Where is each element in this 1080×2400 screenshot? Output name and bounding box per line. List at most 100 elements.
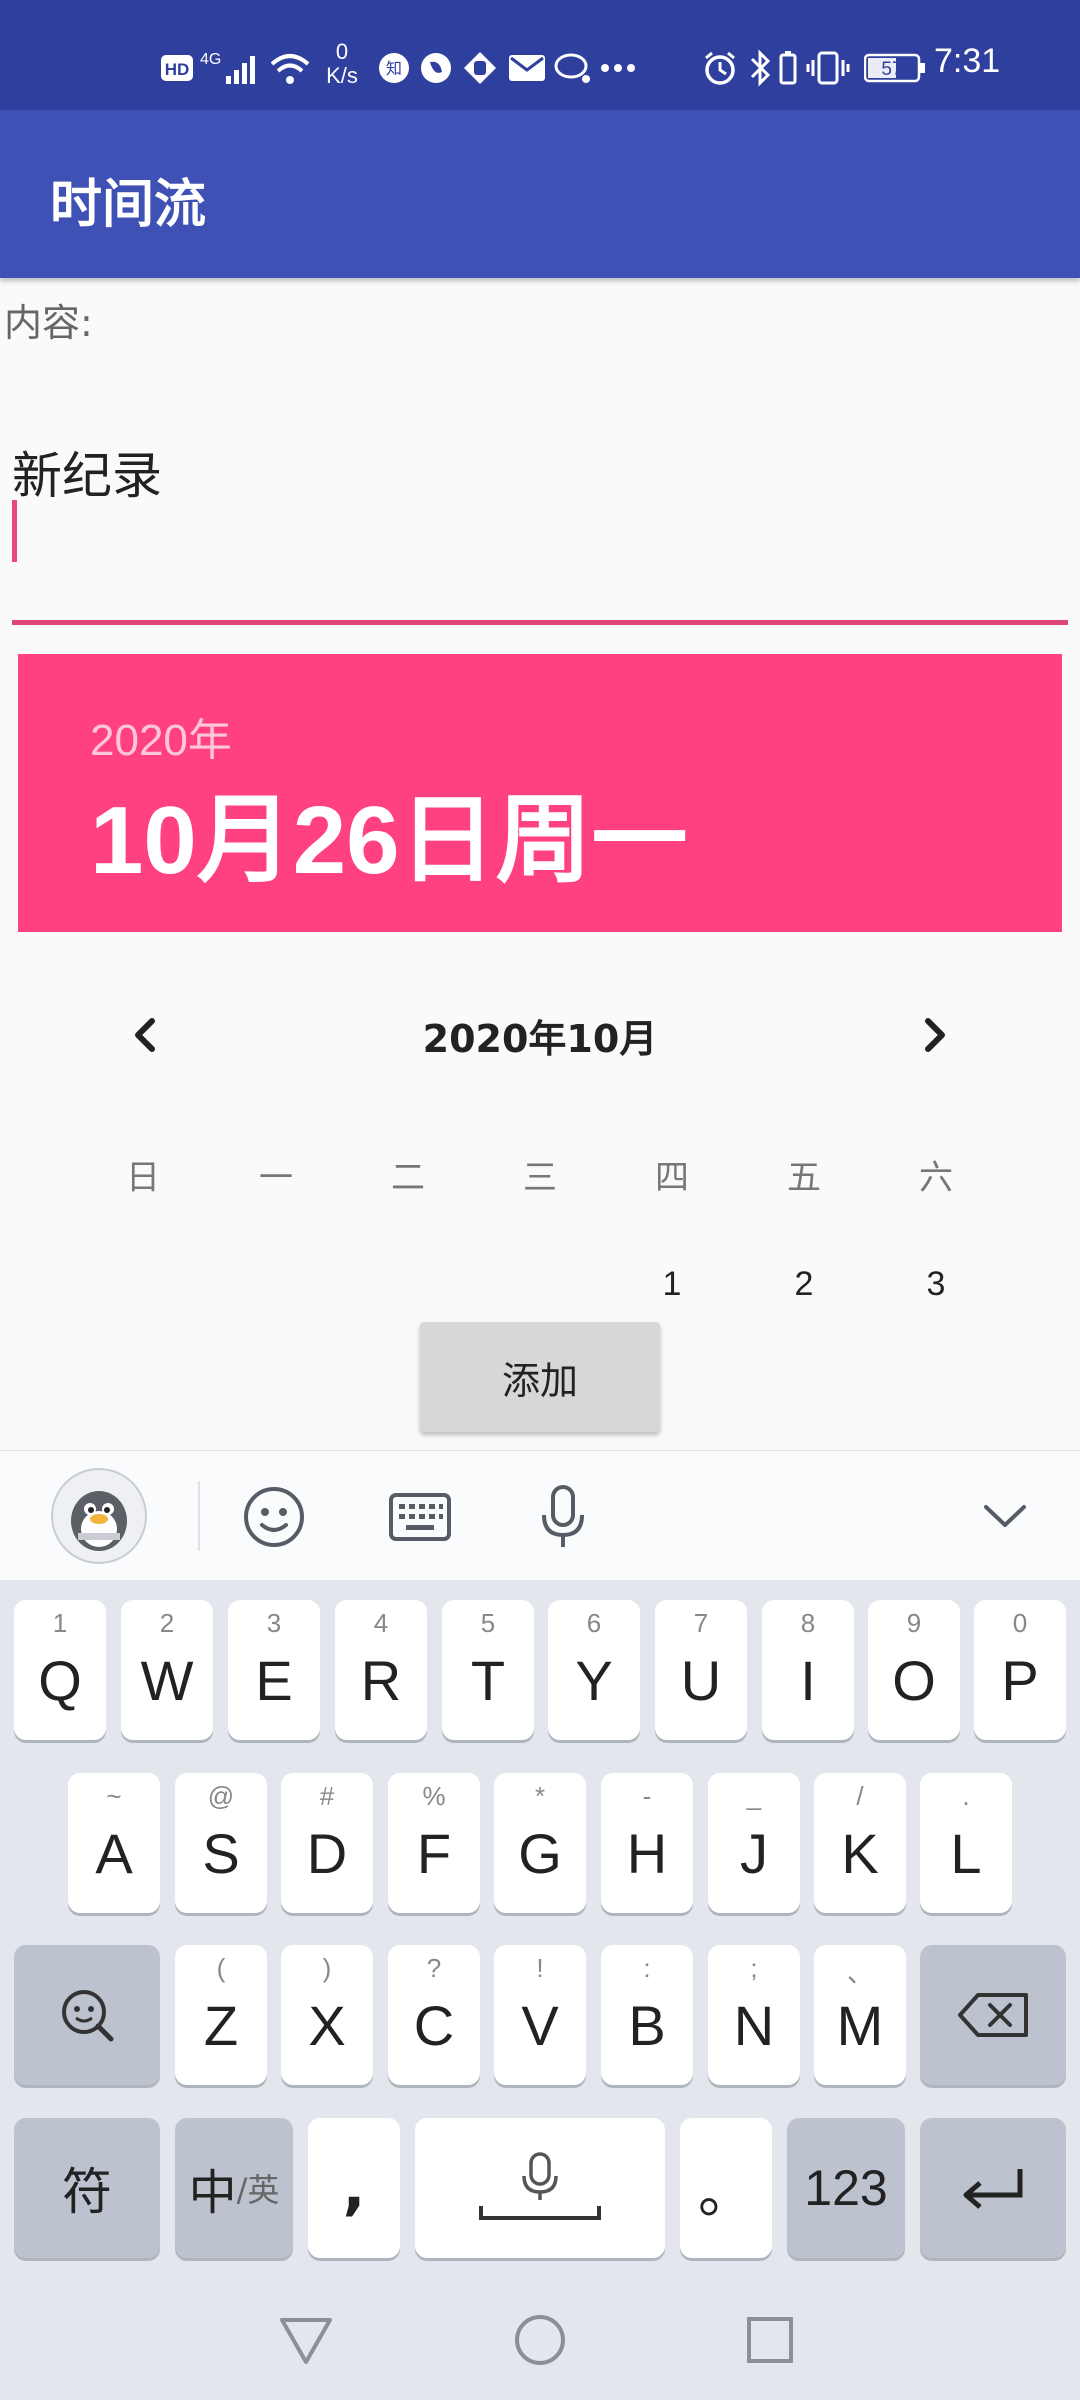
key-sub-label: _ <box>746 1781 762 1811</box>
content-label: 内容: <box>4 301 93 345</box>
key-k[interactable]: / K <box>814 1773 906 1913</box>
key-sub-label: 8 <box>800 1608 816 1638</box>
key-a[interactable]: ~ A <box>68 1773 160 1913</box>
year-label[interactable]: 2020年 <box>90 704 232 768</box>
key-label: 中/英 <box>188 2165 280 2221</box>
app-bar: 时间流 <box>0 110 1080 278</box>
backspace-key[interactable] <box>920 1945 1066 2085</box>
svg-text:知: 知 <box>386 59 402 78</box>
keyboard-icon[interactable] <box>388 1489 452 1545</box>
key-label: U <box>680 1649 722 1712</box>
toolbar-divider <box>198 1481 200 1551</box>
vibrate-icon <box>806 48 850 88</box>
mail-icon <box>508 48 546 88</box>
clock: 7:31 <box>934 42 1001 80</box>
key-o[interactable]: 9O <box>868 1600 960 1740</box>
key-r[interactable]: 4R <box>335 1600 427 1740</box>
backspace-icon <box>920 1945 1066 2085</box>
period-key[interactable]: 。 <box>680 2118 772 2258</box>
key-f[interactable]: % F <box>388 1773 480 1913</box>
key-sub-label: - <box>642 1781 652 1811</box>
key-z[interactable]: (Z <box>175 1945 267 2085</box>
weekday-fri: 五 <box>787 1158 821 1198</box>
key-label: 。 <box>698 2160 754 2226</box>
emoji-search-icon <box>14 1945 160 2085</box>
svg-text:4G: 4G <box>200 51 221 68</box>
content-input[interactable]: 新纪录 <box>12 436 162 508</box>
key-label: M <box>836 1994 884 2057</box>
key-i[interactable]: 8I <box>762 1600 854 1740</box>
recents-square-icon[interactable] <box>740 2310 800 2370</box>
chevron-down-icon[interactable] <box>980 1495 1030 1539</box>
key-label: X <box>308 1994 346 2057</box>
zhihu-icon: 知 <box>378 48 410 88</box>
prev-month-button[interactable] <box>120 1005 168 1065</box>
key-n[interactable]: ; N <box>708 1945 800 2085</box>
key-p[interactable]: 0P <box>974 1600 1066 1740</box>
comma-key[interactable]: , <box>308 2118 400 2258</box>
emoji-icon[interactable] <box>242 1485 306 1549</box>
symbol-key[interactable]: 符 <box>14 2118 160 2258</box>
key-x[interactable]: ) X <box>281 1945 373 2085</box>
calendar-day[interactable]: 2 <box>764 1265 844 1304</box>
calendar-day[interactable]: 1 <box>632 1265 712 1304</box>
battery-saver-icon <box>778 48 798 88</box>
key-sub-label: ; <box>750 1953 758 1983</box>
space-key[interactable] <box>415 2118 665 2258</box>
add-button[interactable]: 添加 <box>420 1322 660 1432</box>
key-q[interactable]: 1Q <box>14 1600 106 1740</box>
key-sub-label: * <box>534 1781 546 1811</box>
key-y[interactable]: 6Y <box>548 1600 640 1740</box>
key-w[interactable]: 2W <box>121 1600 213 1740</box>
status-bar: HD 4G 0 K/s 知 57 7:31 <box>0 0 1080 110</box>
key-e[interactable]: 3E <box>228 1600 320 1740</box>
key-m[interactable]: 、 M <box>814 1945 906 2085</box>
chat-icon <box>554 48 592 88</box>
enter-key[interactable] <box>920 2118 1066 2258</box>
key-label: B <box>628 1994 666 2057</box>
key-label: I <box>800 1649 816 1712</box>
qq-penguin-icon[interactable] <box>50 1467 148 1565</box>
key-label: F <box>416 1822 452 1885</box>
key-h[interactable]: -H <box>601 1773 693 1913</box>
home-circle-icon[interactable] <box>510 2310 570 2370</box>
key-label: K <box>841 1822 879 1885</box>
key-sub-label: ? <box>426 1953 442 1983</box>
key-v[interactable]: ! V <box>494 1945 586 2085</box>
key-label: Q <box>38 1649 82 1712</box>
weekday-thu: 四 <box>655 1158 689 1198</box>
key-label: E <box>255 1649 293 1712</box>
key-sub-label: ! <box>536 1953 544 1983</box>
wifi-icon <box>268 48 312 88</box>
key-u[interactable]: 7U <box>655 1600 747 1740</box>
date-picker-header: 2020年 10月26日周一 <box>18 654 1062 932</box>
microphone-icon[interactable] <box>536 1483 590 1551</box>
key-j[interactable]: _ J <box>708 1773 800 1913</box>
back-triangle-icon[interactable] <box>276 2310 336 2370</box>
key-label: W <box>140 1649 194 1712</box>
key-t[interactable]: 5T <box>442 1600 534 1740</box>
key-sub-label: % <box>422 1781 446 1811</box>
number-key[interactable]: 123 <box>787 2118 905 2258</box>
key-s[interactable]: @ S <box>175 1773 267 1913</box>
key-c[interactable]: ? C <box>388 1945 480 2085</box>
key-sub-label: 0 <box>1012 1608 1028 1638</box>
next-month-button[interactable] <box>912 1005 960 1065</box>
more-notifications-icon <box>600 48 636 88</box>
key-l[interactable]: .L <box>920 1773 1012 1913</box>
calendar-day[interactable]: 3 <box>896 1265 976 1304</box>
key-sub-label: # <box>319 1781 335 1811</box>
key-sub-label: 2 <box>159 1608 175 1638</box>
keyboard: 1Q 2W 3E 4R 5T 6Y 7U 8I 9O 0P ~ A @ S # D %… <box>0 1580 1080 2280</box>
selected-date-label[interactable]: 10月26日周一 <box>90 762 688 901</box>
language-switch-key[interactable]: 中/英 <box>175 2118 293 2258</box>
key-g[interactable]: * G <box>494 1773 586 1913</box>
key-sub-label: ) <box>322 1953 332 1983</box>
key-d[interactable]: # D <box>281 1773 373 1913</box>
key-label: 符 <box>62 2163 112 2221</box>
emoji-search-key[interactable] <box>14 1945 160 2085</box>
key-b[interactable]: :B <box>601 1945 693 2085</box>
key-label: O <box>892 1649 936 1712</box>
key-label: C <box>413 1994 455 2057</box>
chevron-left-icon <box>135 1018 155 1052</box>
